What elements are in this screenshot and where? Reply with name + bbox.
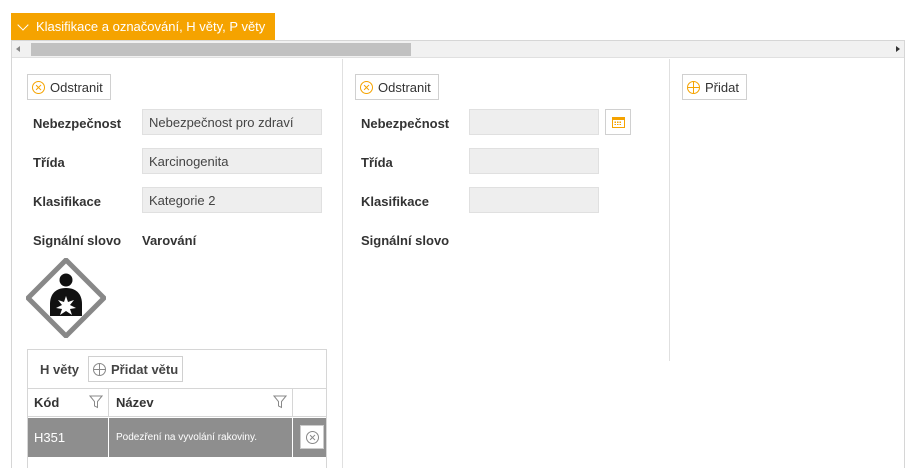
hazard-label: Nebezpečnost bbox=[33, 116, 122, 131]
hazard-label: Nebezpečnost bbox=[361, 116, 450, 131]
classification-panel: Odstranit Nebezpečnost Nebezpečnost pro … bbox=[11, 40, 905, 468]
signal-word-value: Varování bbox=[142, 233, 197, 248]
h-phrases-title: H věty bbox=[40, 362, 80, 377]
row-name: Podezření na vyvolání rakoviny. bbox=[116, 432, 258, 443]
add-phrase-button[interactable]: Přidat větu bbox=[88, 356, 184, 382]
hazard-field[interactable]: Nebezpečnost pro zdraví bbox=[142, 109, 322, 135]
remove-button-label: Odstranit bbox=[50, 79, 103, 95]
grid-header: Kód Název bbox=[28, 388, 326, 417]
scroll-right-icon[interactable] bbox=[896, 46, 900, 52]
remove-icon bbox=[32, 80, 45, 94]
column-header-code[interactable]: Kód bbox=[34, 395, 59, 410]
add-phrase-label: Přidat větu bbox=[111, 361, 179, 377]
category-label: Klasifikace bbox=[361, 194, 429, 209]
scroll-left-icon[interactable] bbox=[16, 46, 20, 52]
calendar-icon bbox=[612, 117, 625, 128]
ghs08-health-hazard-icon bbox=[26, 258, 106, 338]
filter-icon[interactable] bbox=[273, 395, 287, 409]
add-icon bbox=[93, 362, 106, 376]
hazard-field[interactable] bbox=[469, 109, 599, 135]
filter-icon[interactable] bbox=[89, 395, 103, 409]
column-header-name[interactable]: Název bbox=[116, 395, 154, 410]
chevron-down-icon bbox=[17, 18, 29, 31]
remove-button[interactable]: Odstranit bbox=[27, 74, 111, 100]
class-field[interactable] bbox=[469, 148, 599, 174]
remove-icon bbox=[360, 80, 373, 94]
signal-word-label: Signální slovo bbox=[361, 233, 450, 248]
class-label: Třída bbox=[33, 155, 65, 170]
classification-column-2: Odstranit Nebezpečnost Třída Klasifikace… bbox=[342, 59, 669, 468]
h-phrases-panel: H věty Přidat větu Kód Název H351 Podezř… bbox=[27, 349, 327, 468]
category-label: Klasifikace bbox=[33, 194, 101, 209]
signal-word-label: Signální slovo bbox=[33, 233, 122, 248]
class-field[interactable]: Karcinogenita bbox=[142, 148, 322, 174]
section-title: Klasifikace a označování, H věty, P věty bbox=[36, 19, 266, 34]
remove-button-label: Odstranit bbox=[378, 79, 431, 95]
classification-column-3: Přidat bbox=[669, 59, 904, 361]
add-button-label: Přidat bbox=[705, 79, 739, 95]
add-button[interactable]: Přidat bbox=[682, 74, 747, 100]
class-label: Třída bbox=[361, 155, 393, 170]
remove-button[interactable]: Odstranit bbox=[355, 74, 439, 100]
horizontal-scrollbar[interactable] bbox=[12, 41, 904, 58]
calendar-button[interactable] bbox=[605, 109, 631, 135]
category-field[interactable]: Kategorie 2 bbox=[142, 187, 322, 213]
add-icon bbox=[687, 80, 700, 94]
scrollbar-thumb[interactable] bbox=[31, 43, 411, 56]
table-row[interactable]: H351 Podezření na vyvolání rakoviny. bbox=[28, 418, 326, 457]
row-code: H351 bbox=[34, 430, 66, 445]
category-field[interactable] bbox=[469, 187, 599, 213]
remove-icon bbox=[306, 431, 319, 444]
delete-row-button[interactable] bbox=[300, 425, 324, 449]
section-tab-classification[interactable]: Klasifikace a označování, H věty, P věty bbox=[11, 13, 276, 40]
